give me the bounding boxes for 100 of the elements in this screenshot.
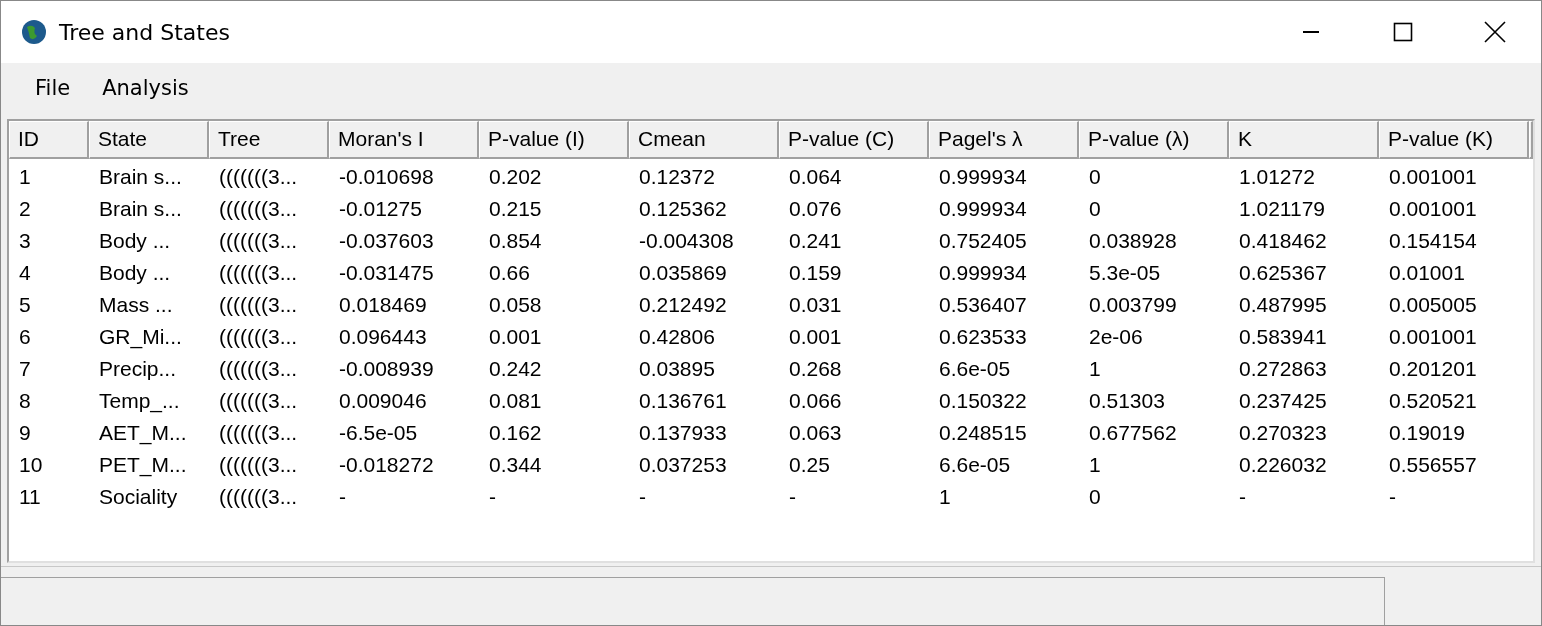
table-cell-text: 0.001001 <box>1388 165 1478 189</box>
table-cell-text: 0.154154 <box>1388 229 1478 253</box>
table-cell-text: 0.037253 <box>638 453 728 477</box>
menu-item[interactable]: File <box>19 72 87 104</box>
table-cell-text: -0.010698 <box>338 165 435 189</box>
table-cell-text: 6.6e-05 <box>938 357 1012 381</box>
table-cell-text: - <box>338 485 347 509</box>
table-cell-text: Body ... <box>98 229 172 253</box>
table-cell-text: AET_M... <box>98 421 188 445</box>
table-cell-text: -0.008939 <box>338 357 435 381</box>
table-cell-text: 0.583941 <box>1238 325 1328 349</box>
table-cell-text: 4 <box>18 261 32 285</box>
table-cell-text: 8 <box>18 389 32 413</box>
table-cell-text: 10 <box>18 453 44 477</box>
table-cell-text: 0.005005 <box>1388 293 1478 317</box>
table-cell-text: 0.66 <box>488 261 531 285</box>
minimize-icon <box>1303 31 1319 33</box>
table-cell-text: 0.031 <box>788 293 843 317</box>
table-cell-text: 0.487995 <box>1238 293 1328 317</box>
maximize-icon <box>1393 22 1413 42</box>
table-cell-text: Precip... <box>98 357 178 381</box>
table-cell-text: 0.202 <box>488 165 543 189</box>
column-header[interactable]: Pagel's λ <box>929 121 1079 159</box>
table-cell-text: 0.625367 <box>1238 261 1328 285</box>
table-cell-text: 0.035869 <box>638 261 728 285</box>
table-cell-text: - <box>488 485 497 509</box>
table-cell-text: 0.19019 <box>1388 421 1466 445</box>
table-cell-text: (((((((3... <box>218 389 299 413</box>
column-header[interactable]: P-value (λ) <box>1079 121 1229 159</box>
table-cell-text: 1.021179 <box>1238 197 1327 221</box>
table-cell-text: 0.418462 <box>1238 229 1328 253</box>
table-cell-text: (((((((3... <box>218 325 299 349</box>
table-cell-text: 0.25 <box>788 453 831 477</box>
table-cell-text: 0.999934 <box>938 165 1028 189</box>
column-header[interactable]: P-value (I) <box>479 121 629 159</box>
table-cell-text: -6.5e-05 <box>338 421 419 445</box>
table-cell-text: 0.201201 <box>1388 357 1478 381</box>
table-cell-text: 0.137933 <box>638 421 728 445</box>
table-cell-text: 6 <box>18 325 32 349</box>
table-cell-text: (((((((3... <box>218 229 299 253</box>
table-cell-text: 0.009046 <box>338 389 428 413</box>
column-header[interactable]: Moran's I <box>329 121 479 159</box>
table-cell-text: - <box>788 485 797 509</box>
table-cell-text: (((((((3... <box>218 165 299 189</box>
table-cell-text: 0.001001 <box>1388 197 1478 221</box>
table-cell-text: 0.038928 <box>1088 229 1178 253</box>
table-cell-text: 0.42806 <box>638 325 716 349</box>
table-cell-text: 0.03895 <box>638 357 716 381</box>
table-cell-text: -0.031475 <box>338 261 435 285</box>
table-cell-text: 0.063 <box>788 421 843 445</box>
table-cell-text: 5 <box>18 293 32 317</box>
table-cell-text: 0 <box>1088 165 1102 189</box>
table-cell-text: 0.215 <box>488 197 543 221</box>
table-cell-text: 0.150322 <box>938 389 1028 413</box>
table-cell-text: 0.268 <box>788 357 843 381</box>
table-cell-text: -0.018272 <box>338 453 435 477</box>
table-cell-text: 0.237425 <box>1238 389 1328 413</box>
table-cell-text: 0.001 <box>788 325 843 349</box>
table-cell-text: 0.058 <box>488 293 543 317</box>
table-cell-text: 0.520521 <box>1388 389 1478 413</box>
table-cell-text: 0.854 <box>488 229 543 253</box>
table-cell-text: Temp_... <box>98 389 181 413</box>
column-header[interactable]: Cmean <box>629 121 779 159</box>
table-cell-text: 0.081 <box>488 389 543 413</box>
column-header[interactable]: P-value (C) <box>779 121 929 159</box>
table-cell-text: 0.076 <box>788 197 843 221</box>
column-header[interactable]: ID <box>9 121 89 159</box>
table-cell-text: 5.3e-05 <box>1088 261 1162 285</box>
table-cell-text: (((((((3... <box>218 357 299 381</box>
table-cell-text: Sociality <box>98 485 179 509</box>
table-cell-text: 0.999934 <box>938 261 1028 285</box>
table-cell-text: 0.248515 <box>938 421 1028 445</box>
column-header[interactable]: P-value (K) <box>1379 121 1529 159</box>
menu-item[interactable]: Analysis <box>86 72 205 104</box>
table-cell-text: 0.018469 <box>338 293 428 317</box>
table-cell-text: 1 <box>1088 357 1102 381</box>
table-cell-text: 0.536407 <box>938 293 1028 317</box>
table-cell-text: 2 <box>18 197 32 221</box>
column-header[interactable]: State <box>89 121 209 159</box>
table-cell-text: 0.064 <box>788 165 843 189</box>
table-cell-text: (((((((3... <box>218 197 299 221</box>
table-cell-text: (((((((3... <box>218 261 299 285</box>
table-cell-text: (((((((3... <box>218 421 299 445</box>
table-cell-text: 0.270323 <box>1238 421 1328 445</box>
table-cell-text: 0.623533 <box>938 325 1028 349</box>
table-cell-text: 0.001001 <box>1388 325 1478 349</box>
table-cell-text: (((((((3... <box>218 485 299 509</box>
table-cell-text: Body ... <box>98 261 172 285</box>
table-cell-text: -0.01275 <box>338 197 423 221</box>
table-cell-text: PET_M... <box>98 453 188 477</box>
table-cell-text: 9 <box>18 421 32 445</box>
globe-icon <box>21 19 47 45</box>
table-cell-text: 0.003799 <box>1088 293 1178 317</box>
table-cell-text: - <box>1388 485 1397 509</box>
column-header[interactable]: Tree <box>209 121 329 159</box>
window-title: Tree and States <box>59 19 230 45</box>
table-cell-text: Mass ... <box>98 293 174 317</box>
column-header[interactable]: K <box>1229 121 1379 159</box>
table-cell-text: (((((((3... <box>218 293 299 317</box>
table-cell-text: - <box>638 485 647 509</box>
